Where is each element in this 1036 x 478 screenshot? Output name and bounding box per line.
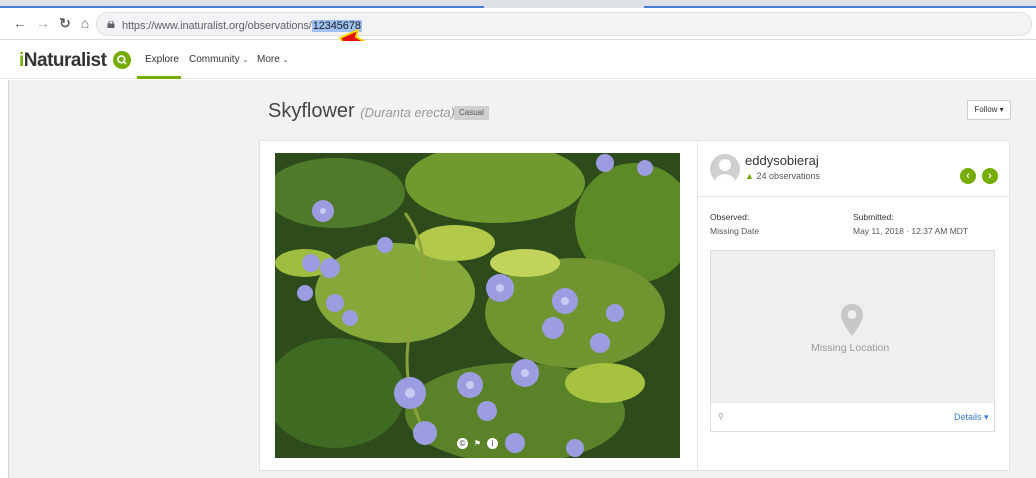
back-arrow-icon[interactable]: ←: [12, 15, 28, 31]
chevron-down-icon: ⌄: [282, 57, 289, 64]
follow-button[interactable]: Follow ▾: [967, 100, 1011, 120]
avatar[interactable]: [710, 154, 740, 184]
chevron-down-icon: ⌄: [242, 57, 249, 64]
details-label: Details: [954, 412, 982, 422]
location-pin-icon: [841, 304, 863, 336]
reload-icon[interactable]: ↻: [57, 15, 73, 31]
previous-observation-button[interactable]: ‹: [960, 168, 976, 184]
observer-divider: [698, 196, 1010, 197]
scientific-name[interactable]: (Duranta erecta): [360, 105, 455, 120]
follow-label: Follow: [974, 105, 998, 114]
nav-more[interactable]: More ⌄: [257, 54, 288, 65]
observer-username[interactable]: eddysobieraj: [745, 153, 819, 168]
photo-controls: © ⚑ i: [457, 437, 498, 449]
user-placeholder-icon: [715, 159, 735, 184]
chevron-left-icon: ‹: [966, 170, 970, 182]
nav-explore-active-indicator: [137, 76, 181, 79]
flower-photo-image: [275, 153, 680, 458]
url-text[interactable]: https://www.inaturalist.org/observations…: [122, 20, 362, 32]
card-divider: [697, 141, 698, 470]
submitted-label: Submitted:: [853, 212, 894, 222]
details-dropdown[interactable]: Details ▾: [954, 412, 989, 423]
observations-count: 24 observations: [756, 171, 820, 181]
missing-location-text: Missing Location: [811, 342, 890, 354]
next-observation-button[interactable]: ›: [982, 168, 998, 184]
quality-grade-badge: Casual: [454, 106, 489, 120]
common-name: Skyflower: [268, 100, 355, 122]
lock-icon: [107, 21, 115, 28]
search-icon: [117, 55, 127, 65]
logo-text: Naturalist: [23, 50, 107, 71]
nav-explore[interactable]: Explore: [145, 54, 179, 65]
binoculars-icon: ▲: [745, 171, 754, 181]
map-pin-small-icon: ⚲: [718, 412, 724, 421]
site-header: iNaturalist Explore Community ⌄ More ⌄: [0, 41, 1036, 79]
home-icon[interactable]: ⌂: [77, 15, 93, 31]
url-base: https://www.inaturalist.org/observations…: [122, 20, 312, 32]
submitted-value: May 11, 2018 · 12:37 AM MDT: [853, 226, 969, 236]
search-button[interactable]: [113, 51, 131, 69]
flag-icon[interactable]: ⚑: [472, 438, 483, 449]
observer-observations[interactable]: ▲ 24 observations: [745, 171, 820, 181]
copyright-icon[interactable]: ©: [457, 437, 468, 449]
observation-title: Skyflower (Duranta erecta): [268, 100, 455, 123]
address-bar-row: ← → ↻ ⌂ https://www.inaturalist.org/obse…: [0, 8, 1036, 40]
chevron-right-icon: ›: [988, 170, 992, 182]
observation-photo[interactable]: [275, 153, 680, 458]
inaturalist-logo[interactable]: iNaturalist: [19, 50, 107, 72]
nav-more-label: More: [257, 54, 280, 65]
nav-community-label: Community: [189, 54, 240, 65]
info-icon[interactable]: i: [487, 437, 498, 449]
observed-value: Missing Date: [710, 226, 760, 236]
observed-label: Observed:: [710, 212, 750, 222]
browser-tab-strip: [0, 0, 1036, 8]
nav-community[interactable]: Community ⌄: [189, 54, 248, 65]
forward-arrow-icon[interactable]: →: [35, 15, 51, 31]
browser-window: ← → ↻ ⌂ https://www.inaturalist.org/obse…: [0, 0, 1036, 478]
